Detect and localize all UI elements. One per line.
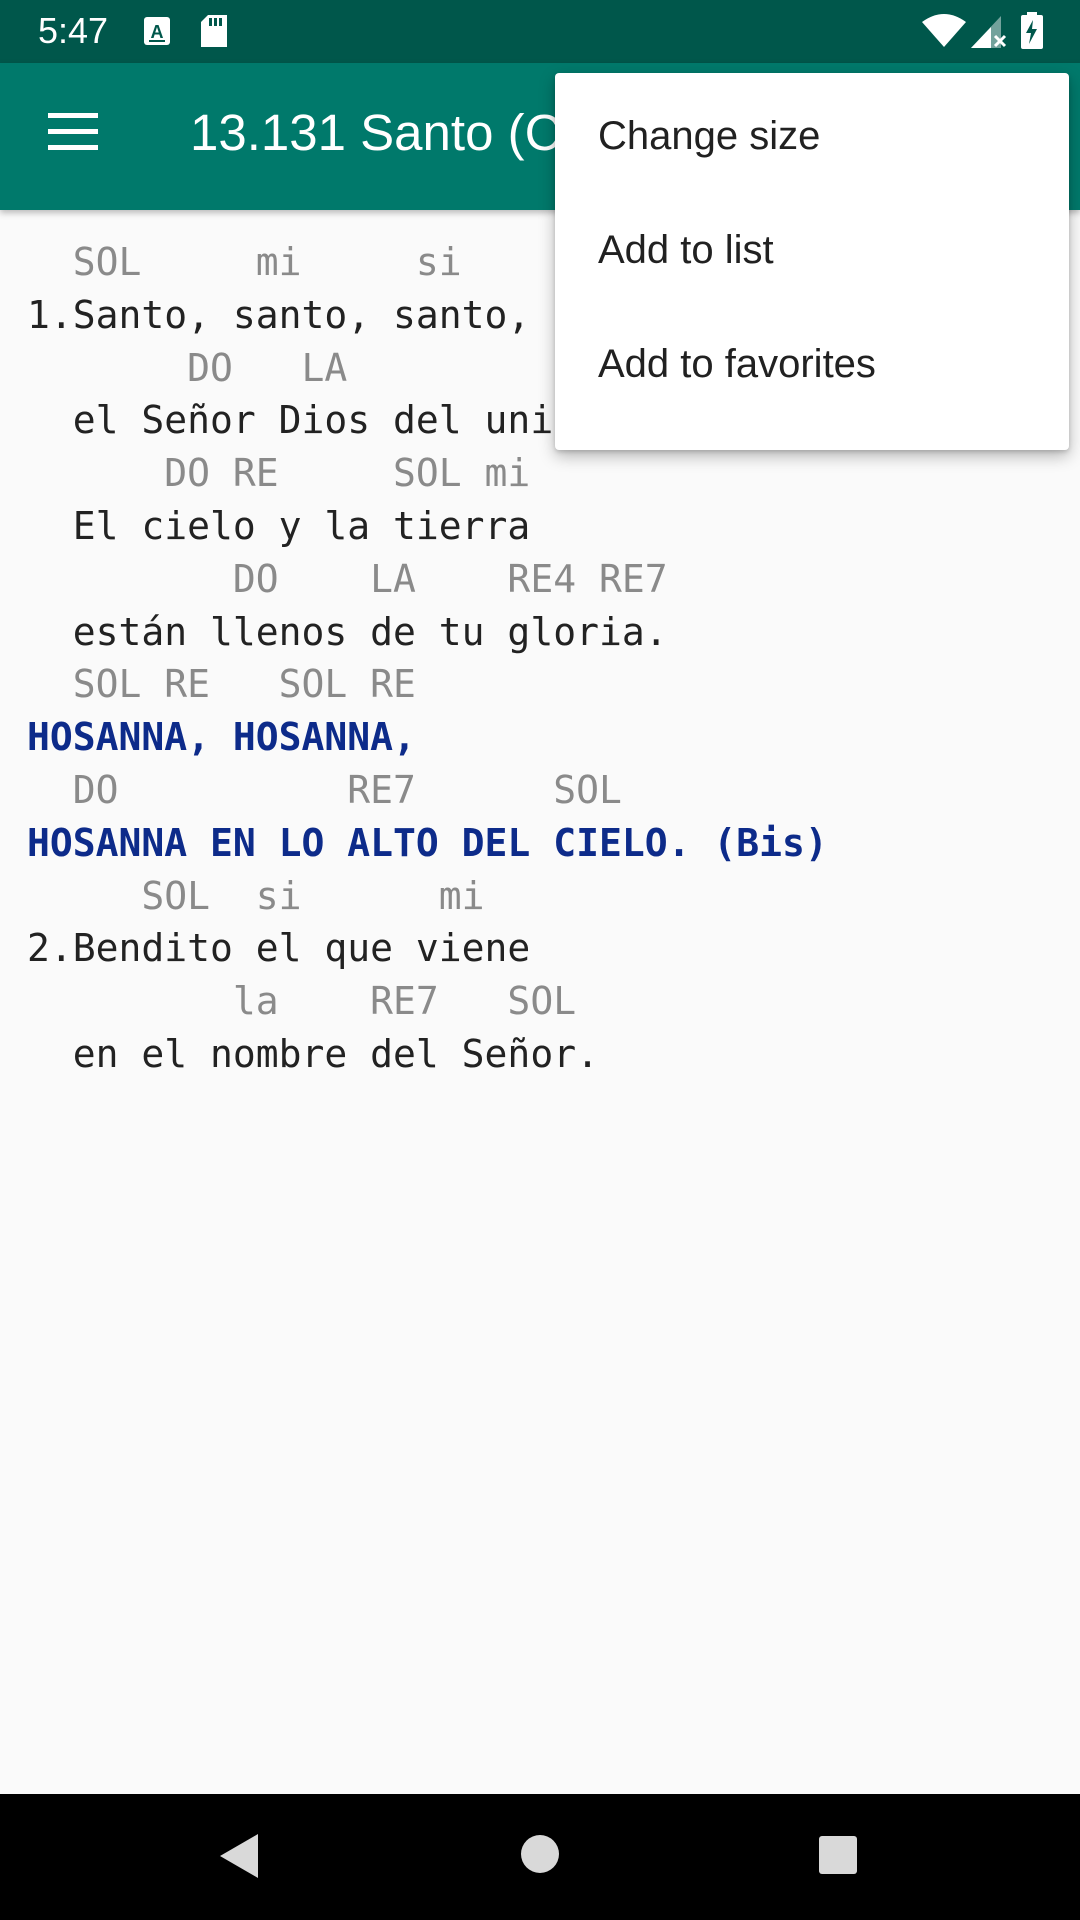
system-navigation-bar — [0, 1794, 1080, 1920]
lyric-line: 2.Bendito el que viene — [27, 926, 531, 971]
home-icon[interactable] — [518, 1832, 562, 1876]
change-size-menu-item[interactable]: Change size — [555, 73, 1069, 199]
wifi-icon — [922, 14, 966, 47]
chord-line: SOL si mi — [27, 873, 485, 918]
chorus-line: HOSANNA EN LO ALTO DEL CIELO. (Bis) — [27, 820, 828, 865]
battery-charging-icon — [1021, 12, 1043, 49]
signal-icon — [971, 16, 1007, 48]
chorus-line: HOSANNA, HOSANNA, — [27, 715, 416, 760]
add-to-list-menu-item[interactable]: Add to list — [555, 187, 1069, 313]
a-notification-icon: A — [144, 17, 170, 45]
lyric-line: El cielo y la tierra — [27, 503, 531, 548]
chord-line: la RE7 SOL — [27, 979, 577, 1024]
hamburger-menu-icon — [48, 113, 98, 118]
chord-line: DO RE7 SOL — [27, 767, 622, 812]
hamburger-menu-line — [48, 145, 98, 150]
status-bar: 5:47 A — [0, 0, 1080, 63]
lyric-line: en el nombre del Señor. — [27, 1031, 599, 1076]
chord-line: DO LA RE4 RE7 — [27, 556, 668, 601]
navigation-menu-button[interactable] — [22, 83, 124, 185]
lyric-line: están llenos de tu gloria. — [27, 609, 668, 654]
overflow-menu: Change size Add to list Add to favorites — [555, 73, 1069, 450]
chord-line: DO RE SOL mi — [27, 451, 531, 496]
sd-card-icon — [201, 15, 227, 47]
page-title: 13.131 Santo (C — [190, 104, 562, 161]
chord-line: SOL RE SOL RE — [27, 662, 416, 707]
recents-icon[interactable] — [817, 1834, 859, 1876]
back-icon[interactable] — [216, 1832, 260, 1880]
status-time: 5:47 — [38, 10, 109, 51]
svg-text:A: A — [151, 22, 164, 42]
hamburger-menu-line — [48, 129, 98, 134]
add-to-favorites-menu-item[interactable]: Add to favorites — [555, 301, 1069, 427]
